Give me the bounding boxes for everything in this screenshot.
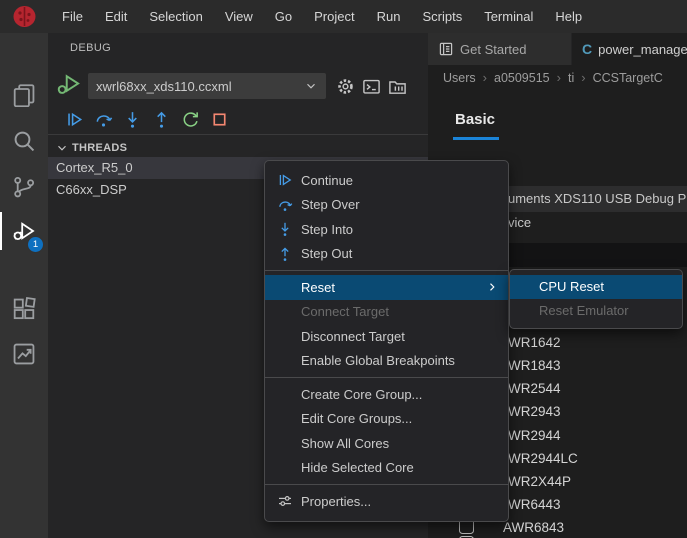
tab-power-management[interactable]: C power_manageme (572, 33, 687, 65)
folder-library-icon[interactable] (388, 77, 407, 96)
menu-item-create-core-group[interactable]: Create Core Group... (265, 382, 508, 407)
continue-icon[interactable] (64, 109, 85, 130)
menu-item-properties[interactable]: Properties... (265, 489, 508, 514)
extensions-icon[interactable] (0, 291, 48, 327)
breadcrumb: Users › a0509515 › ti › CCSTargetC (428, 65, 687, 90)
run-debug-icon[interactable]: 1 (0, 213, 48, 249)
menu-terminal[interactable]: Terminal (473, 0, 544, 33)
submenu-arrow-icon (486, 281, 498, 293)
chevron-right-icon: › (557, 70, 561, 85)
chevron-down-icon (55, 141, 69, 155)
app-logo-icon (12, 5, 37, 28)
menu-view[interactable]: View (214, 0, 264, 33)
breadcrumb-item[interactable]: a0509515 (494, 71, 550, 85)
search-icon[interactable] (0, 123, 48, 159)
c-file-icon: C (582, 41, 592, 57)
menu-scripts[interactable]: Scripts (411, 0, 473, 33)
step-into-icon (277, 221, 294, 237)
stop-icon[interactable] (209, 109, 230, 130)
active-tab-underline (453, 137, 499, 140)
book-icon (438, 41, 454, 57)
menu-item-reset[interactable]: Reset (265, 275, 508, 300)
tab-get-started[interactable]: Get Started (428, 33, 572, 65)
chevron-right-icon: › (483, 70, 487, 85)
debug-start-icon[interactable] (56, 71, 84, 99)
menu-file[interactable]: File (51, 0, 94, 33)
restart-icon[interactable] (180, 109, 201, 130)
debug-config-select[interactable]: xwrl68xx_xds110.ccxml (88, 73, 326, 99)
chevron-right-icon: › (581, 70, 585, 85)
submenu-item-cpu-reset[interactable]: CPU Reset (510, 275, 682, 299)
chart-icon[interactable] (0, 336, 48, 372)
debug-config-value: xwrl68xx_xds110.ccxml (96, 79, 304, 94)
threads-section-header[interactable]: THREADS (55, 138, 127, 158)
source-control-icon[interactable] (0, 169, 48, 205)
menu-item-connect-target[interactable]: Connect Target (265, 300, 508, 325)
menu-selection[interactable]: Selection (138, 0, 213, 33)
sliders-icon (277, 493, 294, 509)
menu-item-step-out[interactable]: Step Out (265, 242, 508, 267)
menu-separator (265, 377, 508, 378)
step-out-icon[interactable] (151, 109, 172, 130)
menu-separator (265, 270, 508, 271)
gear-icon[interactable] (336, 77, 355, 96)
menu-item-edit-core-groups[interactable]: Edit Core Groups... (265, 407, 508, 432)
menu-item-disconnect-target[interactable]: Disconnect Target (265, 324, 508, 349)
reset-submenu: CPU Reset Reset Emulator (509, 269, 683, 329)
menu-item-continue[interactable]: Continue (265, 168, 508, 193)
step-into-icon[interactable] (122, 109, 143, 130)
device-row-partial[interactable] (428, 533, 687, 538)
tab-label: power_manageme (598, 42, 687, 57)
tab-basic[interactable]: Basic (455, 111, 495, 128)
menu-project[interactable]: Project (303, 0, 365, 33)
explorer-icon[interactable] (0, 77, 48, 113)
menu-go[interactable]: Go (264, 0, 303, 33)
device-label: vice (508, 215, 531, 230)
ccs-theia-window: File Edit Selection View Go Project Run … (0, 0, 687, 538)
step-over-icon[interactable] (93, 109, 114, 130)
section-divider (48, 134, 428, 135)
debug-toolbar (64, 109, 230, 130)
step-over-icon (277, 197, 294, 213)
continue-icon (277, 172, 294, 188)
breadcrumb-item[interactable]: ti (568, 71, 574, 85)
menu-item-step-into[interactable]: Step Into (265, 217, 508, 242)
chevron-down-icon (304, 79, 318, 93)
menu-item-enable-global-breakpoints[interactable]: Enable Global Breakpoints (265, 349, 508, 374)
menu-separator (265, 484, 508, 485)
breadcrumb-item[interactable]: Users (443, 71, 476, 85)
activity-bar: 1 (0, 33, 48, 538)
debug-context-menu: Continue Step Over Step Into Step Out Re… (264, 160, 509, 522)
debug-count-badge: 1 (28, 237, 43, 252)
tab-label: Get Started (460, 42, 526, 57)
threads-label: THREADS (72, 142, 127, 154)
panel-title: DEBUG (70, 42, 111, 54)
menu-help[interactable]: Help (544, 0, 593, 33)
menu-item-hide-selected-core[interactable]: Hide Selected Core (265, 456, 508, 481)
editor-tab-bar: Get Started C power_manageme (428, 33, 687, 65)
title-bar: File Edit Selection View Go Project Run … (0, 0, 687, 33)
connection-row-label: uments XDS110 USB Debug Pr (508, 186, 687, 212)
menu-run[interactable]: Run (366, 0, 412, 33)
menu-item-show-all-cores[interactable]: Show All Cores (265, 431, 508, 456)
step-out-icon (277, 246, 294, 262)
breadcrumb-item[interactable]: CCSTargetC (593, 71, 663, 85)
debug-console-icon[interactable] (362, 77, 381, 96)
submenu-item-reset-emulator[interactable]: Reset Emulator (510, 299, 682, 323)
menu-item-step-over[interactable]: Step Over (265, 193, 508, 218)
menu-edit[interactable]: Edit (94, 0, 138, 33)
